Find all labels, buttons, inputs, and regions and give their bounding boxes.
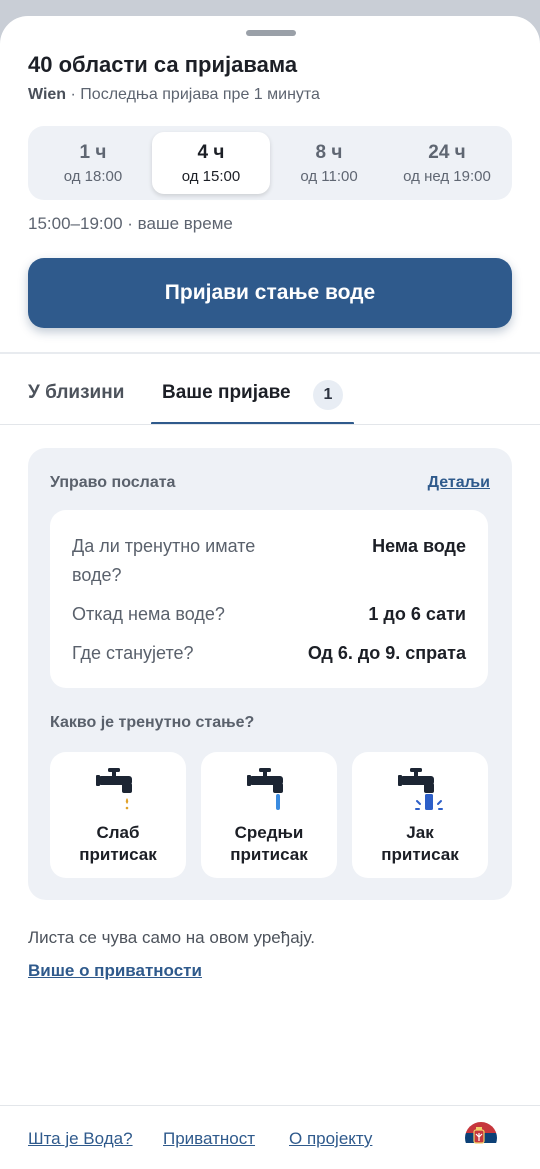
city-name: Wien <box>28 86 67 103</box>
report-card-heading: Управо послата <box>50 474 176 491</box>
pressure-strong-button[interactable]: Јак притисак <box>352 752 488 878</box>
faucet-drip-icon <box>96 768 132 810</box>
report-water-button[interactable]: Пријави стање воде <box>28 258 512 328</box>
pressure-medium-label: Средњи притисак <box>201 822 337 866</box>
pressure-line1: Средњи <box>234 823 304 842</box>
tab-your-reports[interactable]: Ваше пријаве <box>162 382 291 404</box>
drag-handle[interactable] <box>246 30 296 36</box>
question-has-water: Да ли тренутно имате воде? <box>72 536 256 585</box>
time-option-label: 8 ч <box>315 142 343 163</box>
pressure-line2: притисак <box>230 845 308 864</box>
footer-divider <box>0 1105 540 1106</box>
report-card: Управо послата Детаљи Да ли тренутно има… <box>28 448 512 900</box>
privacy-more-link[interactable]: Више о приватности <box>28 961 202 981</box>
subtitle: Wien · Последња пријава пре 1 минута <box>28 86 320 104</box>
details-link[interactable]: Детаљи <box>428 474 490 492</box>
answer-has-water: Нема воде <box>372 536 466 556</box>
time-option-sub: од 11:00 <box>300 168 358 185</box>
privacy-note: Листа се чува само на овом уређају. <box>28 928 315 947</box>
time-option-sub: од 18:00 <box>63 168 123 185</box>
time-option-sub: од 15:00 <box>181 168 241 185</box>
pressure-medium-button[interactable]: Средњи притисак <box>201 752 337 878</box>
time-option-label: 4 ч <box>197 142 225 163</box>
time-option-24h[interactable]: 24 ч од нед 19:00 <box>388 132 506 194</box>
footer-link-about[interactable]: О пројекту <box>289 1129 372 1149</box>
pressure-weak-button[interactable]: Слаб притисак <box>50 752 186 878</box>
serbia-flag-icon[interactable] <box>465 1122 497 1154</box>
answer-floor: Од 6. до 9. спрата <box>307 643 466 663</box>
language-flag <box>465 1122 497 1154</box>
bottom-sheet: 40 области са пријавама Wien · Последња … <box>0 16 540 1169</box>
time-option-sub: од нед 19:00 <box>403 168 491 185</box>
report-answers: Да ли тренутно имате воде? Нема воде Отк… <box>50 510 488 688</box>
question-floor: Где станујете? <box>72 643 194 663</box>
time-option-1h[interactable]: 1 ч од 18:00 <box>34 132 152 194</box>
divider <box>0 352 540 354</box>
pressure-line2: притисак <box>79 845 157 864</box>
pressure-line2: притисак <box>381 845 459 864</box>
last-report-text: · Последња пријава пре 1 минута <box>70 86 320 103</box>
divider <box>0 424 540 425</box>
page-title: 40 области са пријавама <box>28 52 298 77</box>
reports-count-badge: 1 <box>313 380 343 410</box>
pressure-line1: Слаб <box>96 823 140 842</box>
footer-link-privacy[interactable]: Приватност <box>163 1129 255 1149</box>
time-option-4h[interactable]: 4 ч од 15:00 <box>152 132 270 194</box>
time-option-label: 1 ч <box>79 142 107 163</box>
faucet-stream-icon <box>247 768 283 810</box>
question-since-when: Откад нема воде? <box>72 604 225 624</box>
time-option-label: 24 ч <box>428 142 466 163</box>
time-option-8h[interactable]: 8 ч од 11:00 <box>270 132 388 194</box>
pressure-strong-label: Јак притисак <box>352 822 488 866</box>
time-filter: 1 ч од 18:00 4 ч од 15:00 8 ч од 11:00 2… <box>28 126 512 200</box>
pressure-line1: Јак <box>406 823 434 842</box>
tab-nearby[interactable]: У близини <box>28 382 124 404</box>
time-range-text: 15:00–19:00 · ваше време <box>28 214 233 233</box>
pressure-weak-label: Слаб притисак <box>50 822 186 866</box>
current-state-question: Какво је тренутно стање? <box>50 714 255 731</box>
footer-link-what-is[interactable]: Шта је Вода? <box>28 1129 133 1149</box>
faucet-splash-icon <box>398 768 443 810</box>
answer-since-when: 1 до 6 сати <box>368 604 466 624</box>
